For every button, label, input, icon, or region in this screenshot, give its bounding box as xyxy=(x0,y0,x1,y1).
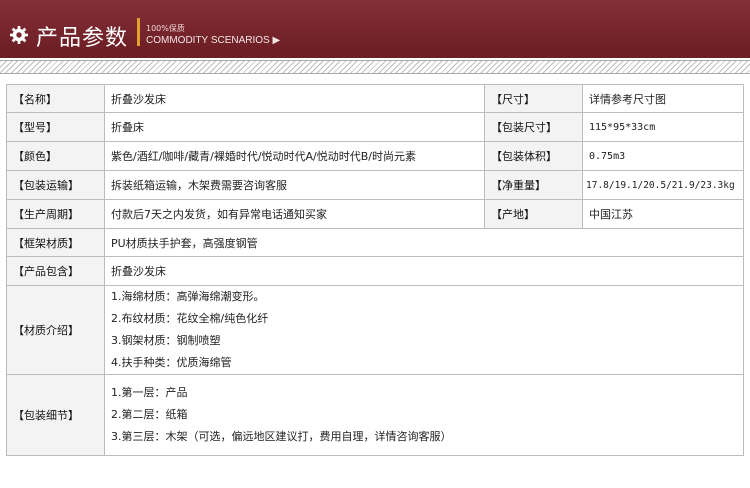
pack-volume-label: 【包装体积】 xyxy=(484,141,583,171)
list-item: 3.钢架材质：钢制喷塑 xyxy=(111,334,221,347)
packing-label: 【包装细节】 xyxy=(6,374,105,456)
list-item: 3.第三层：木架（可选，偏远地区建议打，费用自理，详情咨询客服） xyxy=(111,430,452,443)
contents-value: 折叠沙发床 xyxy=(104,256,744,286)
list-item: 4.扶手种类：优质海绵管 xyxy=(111,356,232,369)
contents-label: 【产品包含】 xyxy=(6,256,105,286)
material-list: 1.海绵材质：高弹海绵潮变形。 2.布纹材质：花纹全棉/纯色化纤 3.钢架材质：… xyxy=(104,285,744,375)
pack-volume-value: 0.75m3 xyxy=(582,141,744,171)
cycle-label: 【生产周期】 xyxy=(6,199,105,229)
pack-size-label: 【包装尺寸】 xyxy=(484,112,583,142)
net-weight-value: 17.8/19.1/20.5/21.9/23.3kg xyxy=(582,170,744,200)
params-table: 【名称】 折叠沙发床 【尺寸】 详情参考尺寸图 【型号】 折叠床 【包装尺寸】 … xyxy=(6,84,744,456)
list-item: 1.第一层：产品 xyxy=(111,386,188,399)
pack-size-value: 115*95*33cm xyxy=(582,112,744,142)
frame-value: PU材质扶手护套，高强度钢管 xyxy=(104,228,744,257)
frame-label: 【框架材质】 xyxy=(6,228,105,257)
table-row: 【材质介绍】 1.海绵材质：高弹海绵潮变形。 2.布纹材质：花纹全棉/纯色化纤 … xyxy=(6,285,744,375)
color-label: 【颜色】 xyxy=(6,141,105,171)
cycle-value: 付款后7天之内发货，如有异常电话通知买家 xyxy=(104,199,485,229)
size-value: 详情参考尺寸图 xyxy=(582,84,744,113)
list-item: 2.布纹材质：花纹全棉/纯色化纤 xyxy=(111,312,269,325)
list-item: 2.第二层：纸箱 xyxy=(111,408,188,421)
model-value: 折叠床 xyxy=(104,112,485,142)
size-label: 【尺寸】 xyxy=(484,84,583,113)
striped-divider xyxy=(0,60,750,74)
color-value: 紫色/酒红/咖啡/藏青/裸婚时代/悦动时代A/悦动时代B/时尚元素 xyxy=(104,141,485,171)
table-row: 【颜色】 紫色/酒红/咖啡/藏青/裸婚时代/悦动时代A/悦动时代B/时尚元素 【… xyxy=(6,141,744,171)
subtitle-text: COMMODITY SCENARIOS ▶ xyxy=(146,35,281,46)
table-row: 【产品包含】 折叠沙发床 xyxy=(6,256,744,286)
table-row: 【包装运输】 拆装纸箱运输，木架费需要咨询客服 【净重量】 17.8/19.1/… xyxy=(6,170,744,200)
quality-text: 100%保质 xyxy=(146,24,185,33)
header-banner: 产品参数 100%保质 COMMODITY SCENARIOS ▶ xyxy=(0,0,750,58)
packing-list: 1.第一层：产品 2.第二层：纸箱 3.第三层：木架（可选，偏远地区建议打，费用… xyxy=(104,374,744,456)
title-divider xyxy=(137,18,140,46)
table-row: 【框架材质】 PU材质扶手护套，高强度钢管 xyxy=(6,228,744,257)
page-title: 产品参数 xyxy=(36,26,129,51)
material-label: 【材质介绍】 xyxy=(6,285,105,375)
table-row: 【生产周期】 付款后7天之内发货，如有异常电话通知买家 【产地】 中国江苏 xyxy=(6,199,744,229)
table-row: 【名称】 折叠沙发床 【尺寸】 详情参考尺寸图 xyxy=(6,84,744,113)
model-label: 【型号】 xyxy=(6,112,105,142)
gear-icon xyxy=(10,26,28,44)
list-item: 1.海绵材质：高弹海绵潮变形。 xyxy=(111,290,265,303)
shipping-value: 拆装纸箱运输，木架费需要咨询客服 xyxy=(104,170,485,200)
net-weight-label: 【净重量】 xyxy=(484,170,583,200)
origin-label: 【产地】 xyxy=(484,199,583,229)
table-row: 【包装细节】 1.第一层：产品 2.第二层：纸箱 3.第三层：木架（可选，偏远地… xyxy=(6,374,744,456)
table-row: 【型号】 折叠床 【包装尺寸】 115*95*33cm xyxy=(6,112,744,142)
origin-value: 中国江苏 xyxy=(582,199,744,229)
shipping-label: 【包装运输】 xyxy=(6,170,105,200)
name-label: 【名称】 xyxy=(6,84,105,113)
name-value: 折叠沙发床 xyxy=(104,84,485,113)
